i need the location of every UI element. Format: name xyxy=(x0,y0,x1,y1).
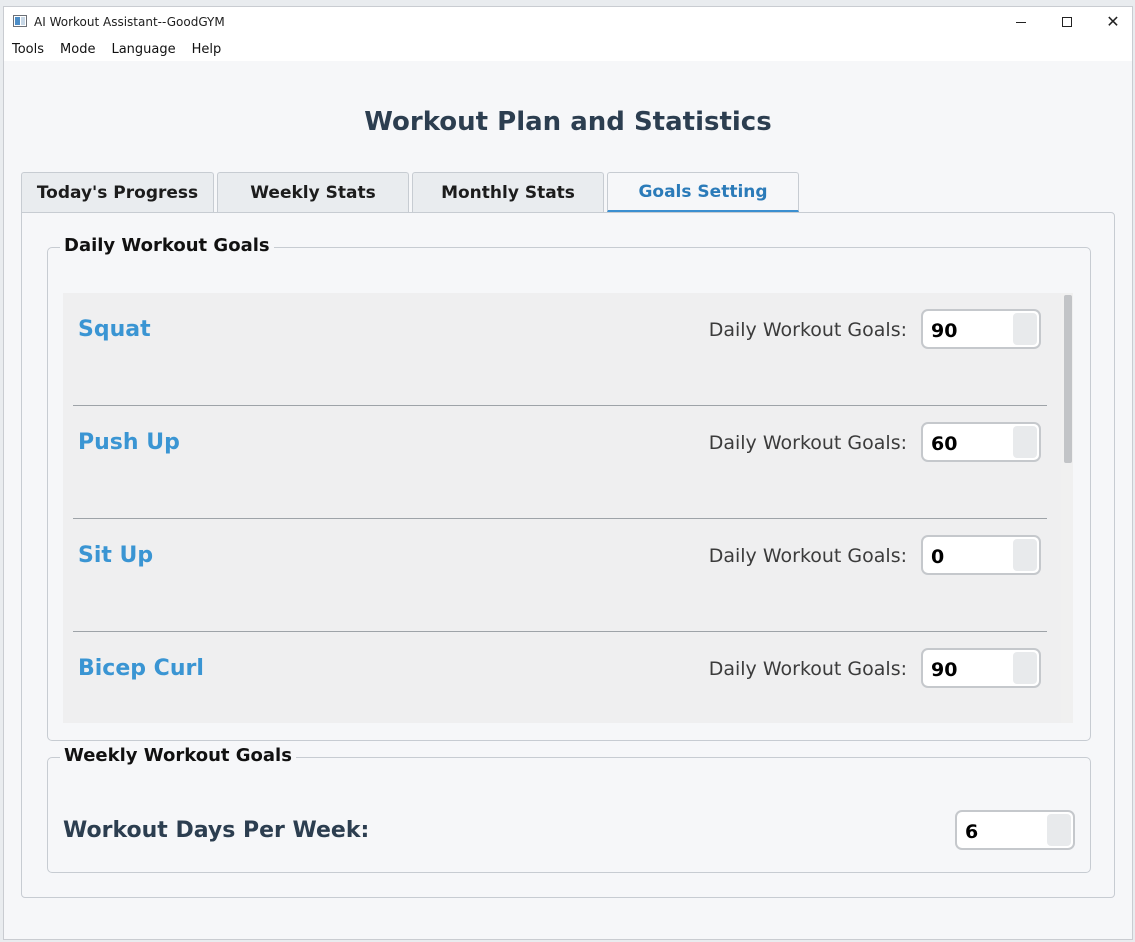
spinbox-value[interactable]: 0 xyxy=(931,546,944,568)
daily-goals-group: Daily Workout Goals Squat Daily Workout … xyxy=(47,235,1091,741)
menu-language[interactable]: Language xyxy=(111,42,183,57)
page-title: Workout Plan and Statistics xyxy=(364,107,772,137)
tab-goals-setting[interactable]: Goals Setting xyxy=(607,172,799,212)
close-button[interactable]: ✕ xyxy=(1090,7,1132,37)
close-icon: ✕ xyxy=(1106,12,1120,31)
app-window: AI Workout Assistant--GoodGYM ✕ Tools Mo… xyxy=(3,6,1133,940)
maximize-icon xyxy=(1062,17,1072,27)
scrollbar-thumb[interactable] xyxy=(1064,295,1072,463)
weekly-goals-legend: Weekly Workout Goals xyxy=(60,745,296,766)
spinbox-arrows[interactable] xyxy=(1013,539,1037,571)
goal-label: Daily Workout Goals: xyxy=(708,319,907,341)
exercise-name: Sit Up xyxy=(78,543,154,568)
menu-help[interactable]: Help xyxy=(192,42,230,57)
goals-setting-panel: Daily Workout Goals Squat Daily Workout … xyxy=(21,212,1115,898)
tab-weekly-stats[interactable]: Weekly Stats xyxy=(217,172,409,212)
goal-row-squat: Squat Daily Workout Goals: 90 xyxy=(63,293,1061,406)
goal-row-sit-up: Sit Up Daily Workout Goals: 0 xyxy=(63,519,1061,632)
maximize-button[interactable] xyxy=(1044,7,1090,37)
exercise-name: Squat xyxy=(78,317,151,342)
goal-label: Daily Workout Goals: xyxy=(708,432,907,454)
menu-tools[interactable]: Tools xyxy=(12,42,52,57)
title-bar[interactable]: AI Workout Assistant--GoodGYM ✕ xyxy=(4,7,1132,37)
goal-label: Daily Workout Goals: xyxy=(708,658,907,680)
spinbox-arrows[interactable] xyxy=(1047,814,1071,846)
spinbox-value[interactable]: 6 xyxy=(965,821,978,843)
goal-row-bicep-curl: Bicep Curl Daily Workout Goals: 90 xyxy=(63,632,1061,723)
spinbox-value[interactable]: 60 xyxy=(931,433,957,455)
squat-goal-spinbox[interactable]: 90 xyxy=(921,309,1041,349)
menu-bar: Tools Mode Language Help xyxy=(4,37,1132,61)
workout-days-spinbox[interactable]: 6 xyxy=(955,810,1075,850)
tab-monthly-stats[interactable]: Monthly Stats xyxy=(412,172,604,212)
bicep-curl-goal-spinbox[interactable]: 90 xyxy=(921,648,1041,688)
exercise-name: Push Up xyxy=(78,430,180,455)
workout-days-label: Workout Days Per Week: xyxy=(63,818,370,843)
spinbox-arrows[interactable] xyxy=(1013,652,1037,684)
minimize-button[interactable] xyxy=(998,7,1044,37)
vertical-scrollbar[interactable] xyxy=(1061,293,1073,723)
goal-row-push-up: Push Up Daily Workout Goals: 60 xyxy=(63,406,1061,519)
window-title: AI Workout Assistant--GoodGYM xyxy=(34,15,225,29)
menu-mode[interactable]: Mode xyxy=(60,42,103,57)
weekly-goals-group: Weekly Workout Goals Workout Days Per We… xyxy=(47,745,1091,873)
minimize-icon xyxy=(1016,21,1026,23)
daily-goals-legend: Daily Workout Goals xyxy=(60,235,274,256)
spinbox-value[interactable]: 90 xyxy=(931,320,957,342)
app-icon xyxy=(13,15,27,27)
daily-goals-list: Squat Daily Workout Goals: 90 Push Up Da… xyxy=(63,293,1061,723)
tab-todays-progress[interactable]: Today's Progress xyxy=(21,172,214,212)
spinbox-arrows[interactable] xyxy=(1013,313,1037,345)
exercise-name: Bicep Curl xyxy=(78,656,204,681)
push-up-goal-spinbox[interactable]: 60 xyxy=(921,422,1041,462)
goal-label: Daily Workout Goals: xyxy=(708,545,907,567)
spinbox-value[interactable]: 90 xyxy=(931,659,957,681)
spinbox-arrows[interactable] xyxy=(1013,426,1037,458)
sit-up-goal-spinbox[interactable]: 0 xyxy=(921,535,1041,575)
